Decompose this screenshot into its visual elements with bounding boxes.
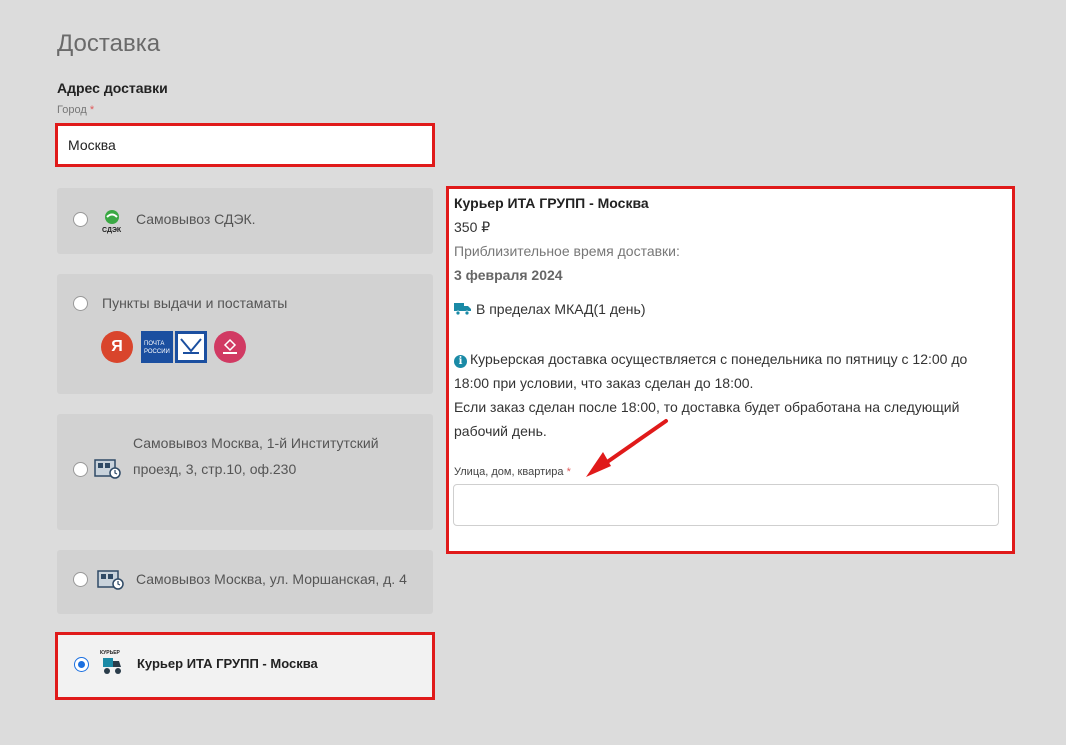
option-courier-selected[interactable]: КУРЬЕР Курьер ИТА ГРУПП - Москва xyxy=(55,632,435,700)
svg-text:СДЭК: СДЭК xyxy=(102,227,122,234)
option-pickup-morshanskaya[interactable]: Самовывоз Москва, ул. Моршанская, д. 4 xyxy=(57,550,433,614)
section-title: Адрес доставки xyxy=(57,80,168,96)
wildberries-logo-icon xyxy=(214,331,246,363)
info-icon: i xyxy=(454,355,467,368)
courier-icon-text: КУРЬЕР xyxy=(100,650,121,656)
pickup-store-icon xyxy=(97,569,125,596)
info-line-1-text: Курьерская доставка осуществляется с пон… xyxy=(454,351,968,391)
yandex-logo-icon: Я xyxy=(101,331,133,363)
yandex-logo-text: Я xyxy=(111,338,123,355)
pochta-rossii-logo-icon: ПОЧТА РОССИИ xyxy=(141,331,207,368)
city-input[interactable] xyxy=(62,130,428,160)
delivery-zone: В пределах МКАД(1 день) xyxy=(454,301,646,317)
info-line-2: Если заказ сделан после 18:00, то достав… xyxy=(454,399,960,439)
delivery-zone-text: В пределах МКАД(1 день) xyxy=(476,301,646,317)
courier-icon: КУРЬЕР xyxy=(100,649,124,682)
city-label-text: Город xyxy=(57,104,87,116)
option-label: Самовывоз СДЭК. xyxy=(136,211,256,227)
pickup-store-icon xyxy=(94,458,122,485)
radio-courier[interactable] xyxy=(74,657,89,672)
delivery-info: i Курьерская доставка осуществляется с по… xyxy=(454,347,1004,443)
radio-pickup-institutsky[interactable] xyxy=(73,462,88,477)
street-label-text: Улица, дом, квартира xyxy=(454,466,564,478)
street-label: Улица, дом, квартира * xyxy=(454,466,571,478)
option-label: Пункты выдачи и постаматы xyxy=(102,295,288,311)
street-input[interactable] xyxy=(453,484,999,526)
option-label: Курьер ИТА ГРУПП - Москва xyxy=(137,656,318,671)
delivery-details-panel: Курьер ИТА ГРУПП - Москва 350 ₽ Приблизи… xyxy=(446,186,1015,554)
details-price: 350 ₽ xyxy=(454,219,491,235)
option-label: Самовывоз Москва, ул. Моршанская, д. 4 xyxy=(136,571,407,587)
required-mark: * xyxy=(89,104,95,116)
option-pickup-points[interactable]: Пункты выдачи и постаматы Я ПОЧТА РОССИИ xyxy=(57,274,433,394)
svg-text:ПОЧТА: ПОЧТА xyxy=(144,341,164,347)
details-title: Курьер ИТА ГРУПП - Москва xyxy=(454,195,649,211)
svg-text:РОССИИ: РОССИИ xyxy=(144,349,170,355)
cdek-logo-icon: СДЭК xyxy=(101,208,123,239)
option-label: Самовывоз Москва, 1-й Институтский проез… xyxy=(133,435,379,477)
eta-date: 3 февраля 2024 xyxy=(454,267,563,283)
info-line-1: i Курьерская доставка осуществляется с по… xyxy=(454,347,1004,395)
page-title: Доставка xyxy=(57,30,161,57)
radio-pickup-points[interactable] xyxy=(73,296,88,311)
eta-label: Приблизительное время доставки: xyxy=(454,243,680,259)
option-cdek[interactable]: СДЭК Самовывоз СДЭК. xyxy=(57,188,433,254)
radio-cdek[interactable] xyxy=(73,212,88,227)
city-label: Город * xyxy=(57,104,94,116)
required-mark: * xyxy=(566,466,571,478)
option-pickup-institutsky[interactable]: Самовывоз Москва, 1-й Институтский проез… xyxy=(57,414,433,530)
truck-icon xyxy=(454,302,472,316)
city-highlight-frame xyxy=(55,123,435,167)
radio-pickup-morshanskaya[interactable] xyxy=(73,572,88,587)
